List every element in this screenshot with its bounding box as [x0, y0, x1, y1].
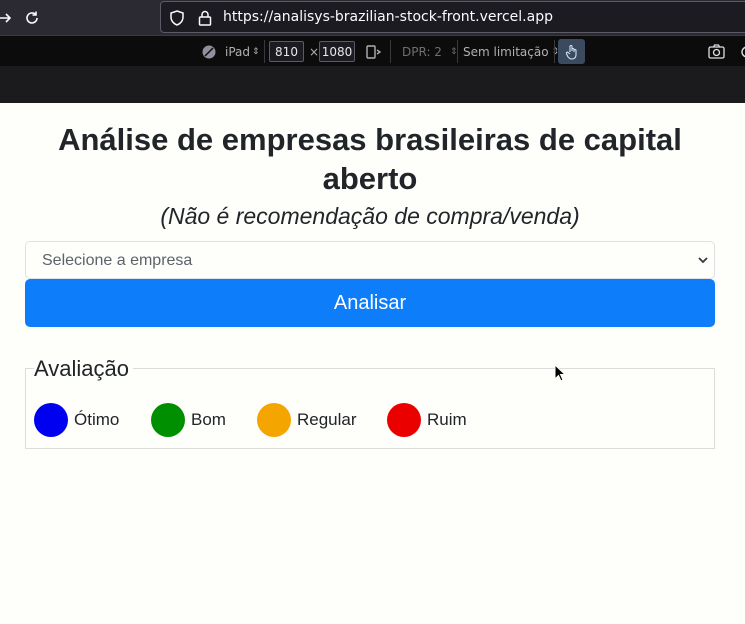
evaluation-legend: Avaliação: [34, 356, 133, 382]
separator: [554, 40, 555, 63]
settings-icon[interactable]: [738, 36, 745, 67]
rating-label: Ruim: [427, 410, 467, 429]
chevron-down-icon: [698, 257, 708, 264]
reload-icon[interactable]: [21, 7, 43, 29]
rating-item-ruim: Ruim: [387, 403, 467, 437]
dimension-separator: ×: [309, 44, 320, 59]
viewport-margin: [0, 66, 745, 103]
shield-icon[interactable]: [168, 9, 186, 27]
viewport-height-input[interactable]: 1080: [319, 41, 355, 62]
separator: [264, 40, 265, 63]
dpr-label: DPR: 2: [402, 44, 442, 59]
lock-icon[interactable]: [196, 9, 214, 27]
throttling-selector[interactable]: Sem limitação ⇕: [463, 36, 559, 67]
rating-label: Regular: [297, 410, 357, 429]
updown-icon: ⇕: [252, 46, 260, 57]
url-text[interactable]: https://analisys-brazilian-stock-front.v…: [223, 9, 553, 25]
analyze-button[interactable]: Analisar: [25, 279, 715, 327]
screenshot-icon[interactable]: [708, 36, 725, 67]
address-bar[interactable]: https://analisys-brazilian-stock-front.v…: [160, 1, 745, 33]
rating-label: Ótimo: [74, 410, 120, 429]
device-icon: [202, 45, 216, 58]
page-subtitle: (Não é recomendação de compra/venda): [160, 203, 580, 229]
rating-dot-blue: [34, 403, 68, 437]
separator: [390, 40, 391, 63]
hand-pointer-icon: [565, 44, 577, 60]
rating-label: Bom: [191, 410, 226, 429]
device-label: iPad: [225, 44, 251, 59]
company-select-placeholder: Selecione a empresa: [42, 252, 193, 269]
page-content: Análise de empresas brasileiras de capit…: [0, 103, 745, 624]
rating-item-otimo: Ótimo: [34, 403, 119, 437]
rating-item-regular: Regular: [257, 403, 357, 437]
dpr-selector[interactable]: DPR: 2 ⇕: [402, 36, 457, 67]
company-select[interactable]: Selecione a empresa: [25, 241, 715, 279]
forward-icon[interactable]: [0, 7, 16, 29]
page-title: Análise de empresas brasileiras de capit…: [58, 122, 682, 196]
viewport-width-input[interactable]: 810: [269, 41, 304, 62]
rating-item-bom: Bom: [151, 403, 226, 437]
rotate-icon[interactable]: [365, 36, 381, 67]
touch-simulation-button[interactable]: [558, 39, 585, 64]
separator: [457, 40, 458, 63]
throttling-label: Sem limitação: [463, 44, 549, 59]
browser-toolbar: https://analisys-brazilian-stock-front.v…: [0, 0, 745, 35]
responsive-design-toolbar: iPad ⇕ 810 × 1080 DPR: 2 ⇕ Sem limitação…: [0, 35, 745, 66]
rating-dot-red: [387, 403, 421, 437]
mouse-cursor-icon: [554, 364, 566, 382]
rating-dot-orange: [257, 403, 291, 437]
rating-dot-green: [151, 403, 185, 437]
device-selector[interactable]: iPad ⇕: [201, 36, 260, 67]
